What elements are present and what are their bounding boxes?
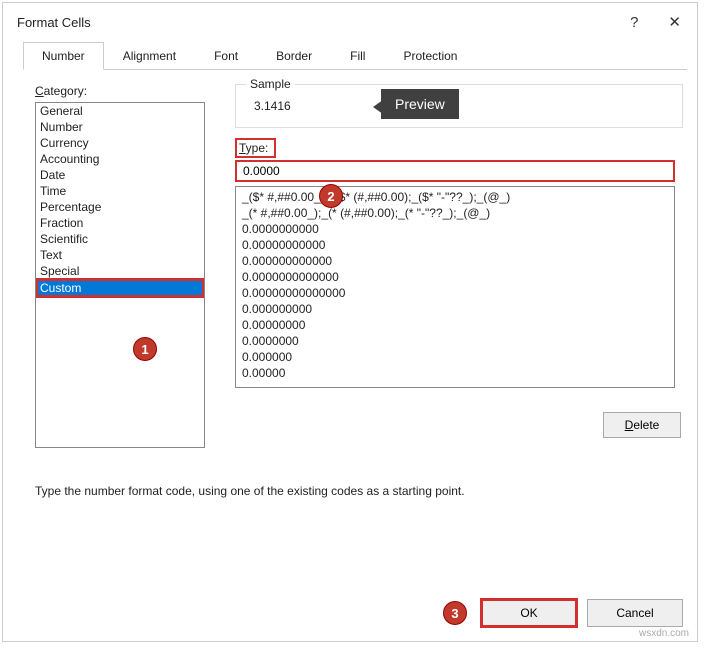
tab-number[interactable]: Number bbox=[23, 42, 104, 70]
cancel-button[interactable]: Cancel bbox=[587, 599, 683, 627]
tab-protection[interactable]: Protection bbox=[384, 42, 476, 70]
tab-alignment[interactable]: Alignment bbox=[104, 42, 195, 70]
list-item[interactable]: 0.0000000000 bbox=[240, 221, 670, 237]
preview-callout: Preview bbox=[381, 89, 459, 119]
list-item[interactable]: Time bbox=[36, 183, 204, 199]
list-item[interactable]: 0.0000000000000 bbox=[240, 269, 670, 285]
list-item[interactable]: 0.0000000 bbox=[240, 333, 670, 349]
annotation-badge-2: 2 bbox=[319, 184, 343, 208]
list-item[interactable]: Date bbox=[36, 167, 204, 183]
category-listbox[interactable]: General Number Currency Accounting Date … bbox=[35, 102, 205, 448]
help-icon[interactable]: ? bbox=[624, 14, 644, 31]
list-item[interactable]: 0.00000000000 bbox=[240, 237, 670, 253]
list-item[interactable]: General bbox=[36, 103, 204, 119]
list-item[interactable]: Text bbox=[36, 247, 204, 263]
list-item[interactable]: _($* #,##0.00_);_($* (#,##0.00);_($* "-"… bbox=[240, 189, 670, 205]
list-item[interactable]: 0.00000000000000 bbox=[240, 285, 670, 301]
sample-value: 3.1416 bbox=[250, 99, 668, 113]
list-item[interactable]: Accounting bbox=[36, 151, 204, 167]
format-cells-dialog: Format Cells ? ✕ Preview Number Alignmen… bbox=[2, 2, 698, 642]
dialog-button-row: OK Cancel bbox=[481, 599, 683, 627]
list-item[interactable]: 0.000000000000 bbox=[240, 253, 670, 269]
list-item-selected[interactable]: Custom bbox=[36, 279, 204, 297]
tab-strip: Number Alignment Font Border Fill Protec… bbox=[23, 41, 687, 70]
list-item[interactable]: Currency bbox=[36, 135, 204, 151]
list-item[interactable]: Fraction bbox=[36, 215, 204, 231]
list-item[interactable]: 0.000000000 bbox=[240, 301, 670, 317]
delete-button[interactable]: Delete bbox=[603, 412, 681, 438]
annotation-badge-3: 3 bbox=[443, 601, 467, 625]
ok-button[interactable]: OK bbox=[481, 599, 577, 627]
tab-border[interactable]: Border bbox=[257, 42, 331, 70]
sample-group: Sample 3.1416 bbox=[235, 84, 683, 128]
watermark: wsxdn.com bbox=[639, 628, 689, 639]
dialog-content: Category: General Number Currency Accoun… bbox=[3, 70, 697, 508]
list-item[interactable]: Percentage bbox=[36, 199, 204, 215]
window-controls: ? ✕ bbox=[624, 13, 687, 31]
hint-text: Type the number format code, using one o… bbox=[35, 484, 683, 498]
titlebar: Format Cells ? ✕ bbox=[3, 3, 697, 41]
preview-callout-label: Preview bbox=[395, 96, 445, 112]
dialog-title: Format Cells bbox=[17, 15, 91, 30]
list-item[interactable]: Number bbox=[36, 119, 204, 135]
close-icon[interactable]: ✕ bbox=[662, 13, 687, 31]
sample-legend: Sample bbox=[246, 77, 295, 91]
tab-font[interactable]: Font bbox=[195, 42, 257, 70]
type-label: Type: bbox=[235, 138, 276, 158]
format-listbox[interactable]: _($* #,##0.00_);_($* (#,##0.00);_($* "-"… bbox=[235, 186, 675, 388]
tab-fill[interactable]: Fill bbox=[331, 42, 384, 70]
list-item[interactable]: _(* #,##0.00_);_(* (#,##0.00);_(* "-"??_… bbox=[240, 205, 670, 221]
category-label: Category: bbox=[35, 84, 215, 98]
list-item[interactable]: 0.000000 bbox=[240, 349, 670, 365]
list-item[interactable]: Special bbox=[36, 263, 204, 279]
list-item[interactable]: 0.00000 bbox=[240, 365, 670, 381]
annotation-badge-1: 1 bbox=[133, 337, 157, 361]
list-item[interactable]: Scientific bbox=[36, 231, 204, 247]
type-input[interactable] bbox=[235, 160, 675, 182]
list-item[interactable]: 0.00000000 bbox=[240, 317, 670, 333]
